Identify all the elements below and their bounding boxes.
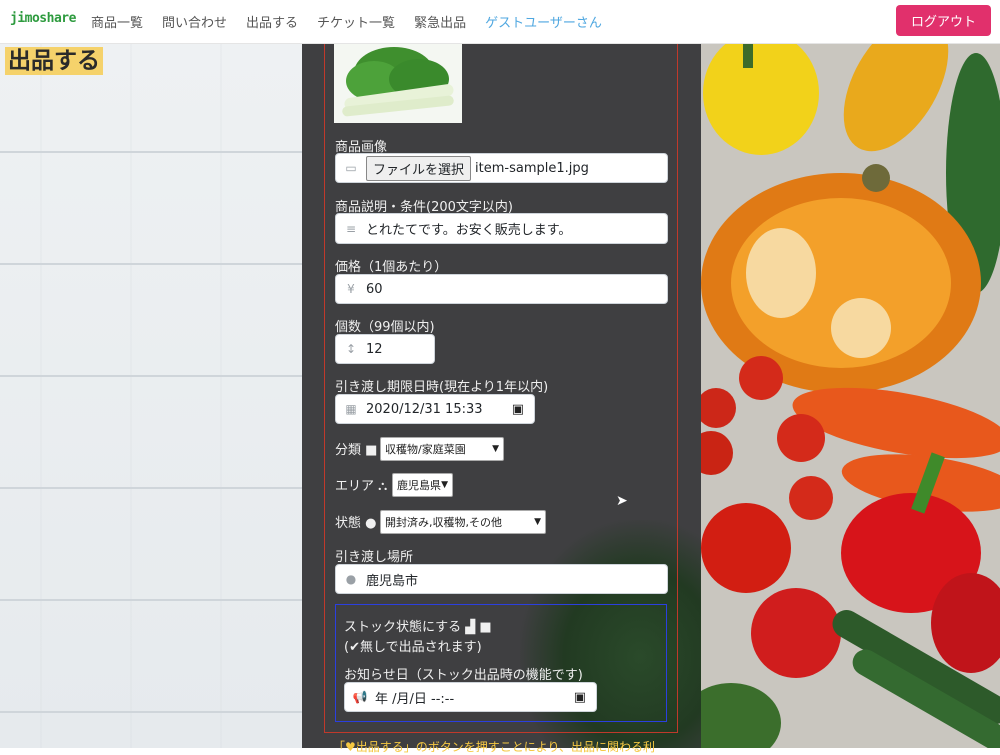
bullhorn-icon: 📢	[352, 690, 368, 704]
nav-item-contact[interactable]: 問い合わせ	[162, 12, 227, 31]
place-label: 引き渡し場所	[335, 550, 414, 565]
nav-item-urgent[interactable]: 緊急出品	[414, 12, 466, 31]
price-value: 60	[366, 281, 383, 297]
file-name: item-sample1.jpg	[475, 160, 589, 176]
chevron-down-icon: ▼	[534, 517, 541, 527]
yen-icon: ¥	[347, 282, 355, 296]
choose-file-button[interactable]: ファイルを選択	[366, 155, 472, 181]
nav-item-sell[interactable]: 出品する	[246, 12, 298, 31]
deadline-input[interactable]: ▦ 2020/12/31 15:33 ▣	[335, 394, 535, 424]
nav-links: 商品一覧 問い合わせ 出品する チケット一覧 緊急出品 ゲストユーザーさん	[80, 12, 610, 31]
condition-select[interactable]: 開封済み,収穫物,その他 ▼	[380, 510, 546, 534]
sort-icon: ↕	[345, 342, 357, 356]
description-value: とれたてです。お安く販売します。	[366, 223, 572, 238]
nav-item-products[interactable]: 商品一覧	[91, 12, 143, 31]
nav-item-user[interactable]: ゲストユーザーさん	[485, 12, 602, 31]
area-value: 鹿児島県	[397, 479, 441, 492]
nav-item-tickets[interactable]: チケット一覧	[317, 12, 395, 31]
image-file-field[interactable]: ▭ ファイルを選択 item-sample1.jpg	[335, 153, 668, 183]
condition-value: 開封済み,収穫物,その他	[385, 516, 502, 529]
calendar-icon: ▦	[345, 402, 357, 416]
vegetables-illustration	[701, 43, 1000, 748]
place-input[interactable]: ● 鹿児島市	[335, 564, 668, 594]
stock-label: ストック状態にする ▟ ■	[344, 620, 492, 635]
deadline-label: 引き渡し期限日時(現在より1年以内)	[335, 380, 549, 395]
calendar-picker-icon[interactable]: ▣	[512, 402, 524, 417]
product-preview-image	[334, 43, 462, 123]
notify-label: お知らせ日（ストック出品時の機能です)	[344, 668, 583, 683]
brand-logo[interactable]: jimoshare	[10, 11, 76, 26]
folder-icon: ■	[365, 443, 378, 458]
image-icon: ▭	[345, 161, 357, 175]
area-label: エリア ⛬	[335, 479, 388, 494]
mouse-cursor-icon: ➤	[616, 493, 628, 509]
notify-date-input[interactable]: 📢 年 /月/日 --:-- ▣	[344, 682, 597, 712]
page-title: 出品する	[5, 47, 103, 75]
map-pin-icon: ●	[345, 572, 357, 586]
area-select[interactable]: 鹿児島県 ▼	[392, 473, 453, 497]
quantity-value: 12	[366, 341, 383, 357]
logout-button[interactable]: ログアウト	[896, 5, 991, 36]
price-input[interactable]: ¥ 60	[335, 274, 668, 304]
stock-note: (✔無しで出品されます)	[344, 640, 482, 655]
align-left-icon: ≡	[345, 221, 357, 236]
chevron-down-icon: ▼	[492, 444, 499, 454]
place-value: 鹿児島市	[366, 573, 419, 589]
submit-notice: 「♥出品する」のボタンを押すことにより、出品に関わる利	[333, 740, 656, 754]
boxes-icon: ▟	[465, 620, 476, 635]
category-value: 収穫物/家庭菜園	[385, 443, 466, 456]
description-textarea[interactable]: ≡ とれたてです。お安く販売します。	[335, 213, 668, 244]
chevron-down-icon: ▼	[441, 480, 448, 490]
wood-background	[0, 43, 302, 748]
navbar: jimoshare 商品一覧 問い合わせ 出品する チケット一覧 緊急出品 ゲス…	[0, 0, 1000, 44]
vegetables-background-image	[701, 43, 1000, 748]
price-label: 価格（1個あたり）	[335, 260, 448, 275]
deadline-value: 2020/12/31 15:33	[366, 401, 483, 417]
category-select[interactable]: 収穫物/家庭菜園 ▼	[380, 437, 504, 461]
condition-label: 状態 ●	[335, 516, 377, 531]
category-label: 分類 ■	[335, 443, 378, 458]
quantity-label: 個数（99個以内)	[335, 320, 435, 335]
exclamation-circle-icon: ●	[365, 516, 377, 531]
notify-date-value: 年 /月/日 --:--	[375, 691, 455, 707]
leafy-vegetable-illustration	[342, 47, 454, 117]
calendar-picker-icon[interactable]: ▣	[574, 690, 586, 705]
stock-checkbox[interactable]: ■	[479, 620, 491, 635]
map-marker-icon: ⛬	[378, 479, 388, 494]
quantity-input[interactable]: ↕ 12	[335, 334, 435, 364]
